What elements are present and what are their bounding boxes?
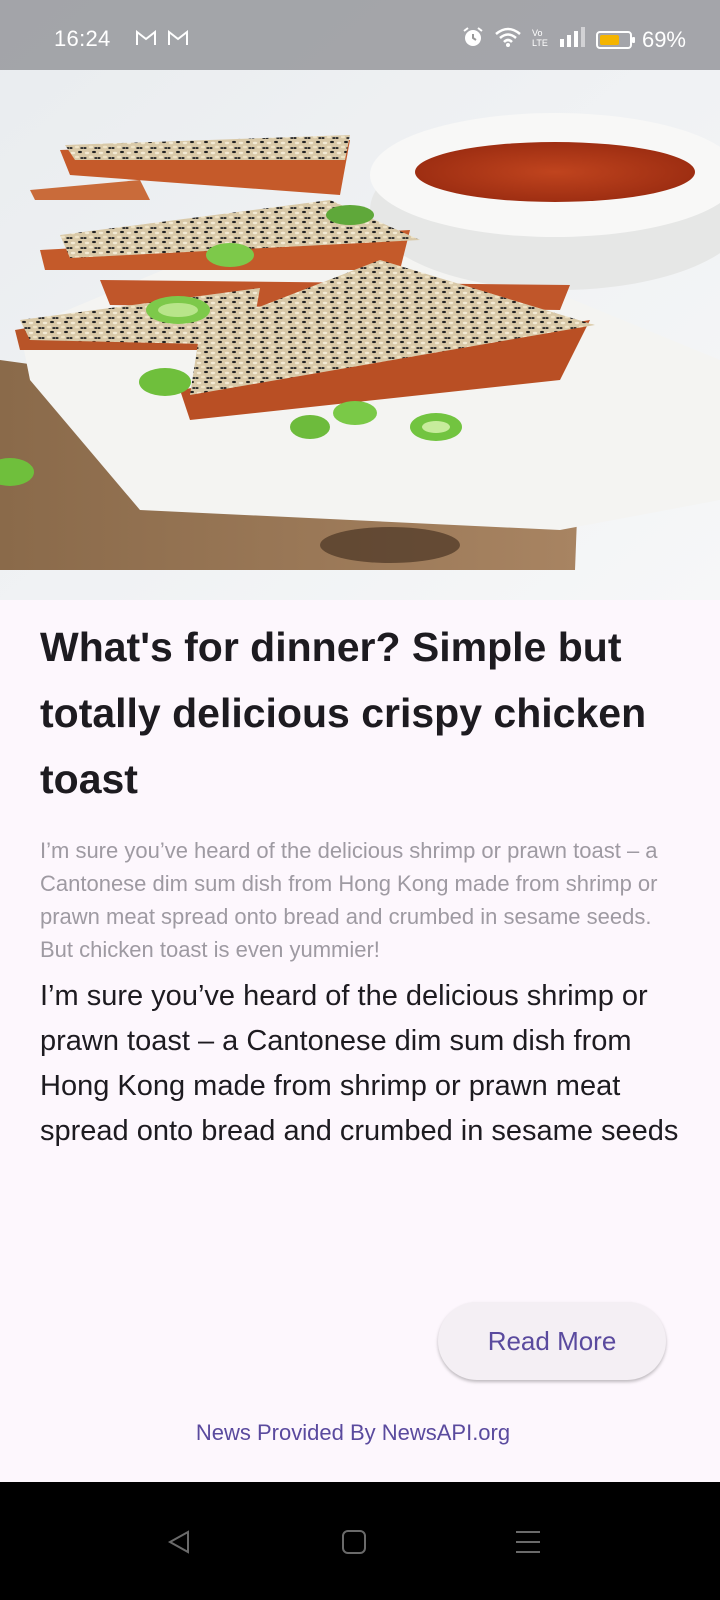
article-image <box>0 0 720 600</box>
back-icon[interactable] <box>160 1522 200 1562</box>
recents-icon[interactable] <box>508 1522 548 1562</box>
home-icon[interactable] <box>334 1522 374 1562</box>
svg-text:Vo: Vo <box>532 28 543 38</box>
gmail-icon <box>136 29 156 46</box>
system-nav-bar <box>0 1482 720 1600</box>
article-body: I’m sure you’ve heard of the delicious s… <box>40 980 679 1147</box>
read-more-button[interactable]: Read More <box>438 1302 666 1380</box>
signal-icon <box>559 27 586 52</box>
volte-icon: Vo LTE <box>532 26 550 53</box>
news-provider-credit: News Provided By NewsAPI.org <box>195 1420 511 1445</box>
article-content: What's for dinner? Simple but totally de… <box>40 614 680 1154</box>
wifi-icon <box>494 26 522 53</box>
svg-text:LTE: LTE <box>532 38 548 48</box>
battery-fill <box>599 34 619 45</box>
article-title: What's for dinner? Simple but totally de… <box>40 624 647 802</box>
alarm-icon <box>462 26 484 53</box>
status-indicators: Vo LTE 69% <box>462 26 686 53</box>
gmail-icon <box>168 29 188 46</box>
battery-icon <box>595 30 635 49</box>
status-time: 16:24 <box>54 26 111 51</box>
status-bar: 16:24 Vo LTE 69% <box>0 0 720 70</box>
article-description: I’m sure you’ve heard of the delicious s… <box>40 838 658 962</box>
battery-percent: 69% <box>641 26 686 52</box>
